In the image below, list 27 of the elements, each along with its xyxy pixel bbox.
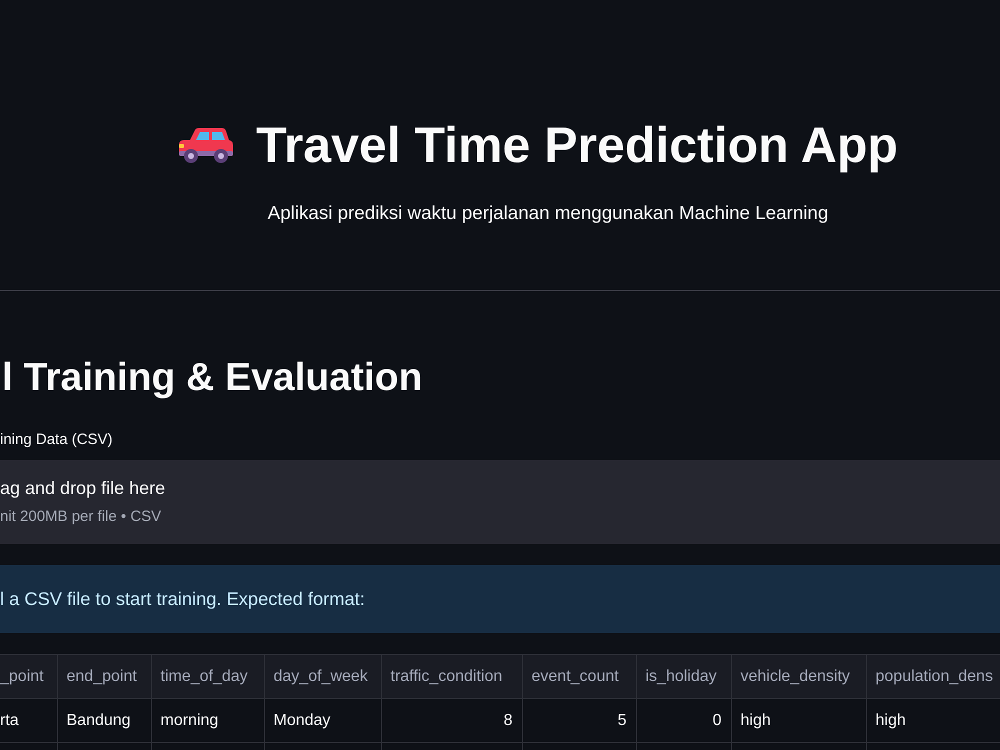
- section-heading: l Training & Evaluation: [2, 355, 422, 401]
- app-subtitle: Aplikasi prediksi waktu perjalanan menggunakan Machine Learning: [268, 201, 828, 225]
- column-header[interactable]: event_count: [522, 654, 636, 698]
- table-cell: morning: [151, 698, 264, 742]
- car-icon: [178, 126, 234, 164]
- uploader-label: ining Data (CSV): [0, 430, 113, 450]
- column-header[interactable]: _point: [0, 654, 57, 698]
- upload-limit-hint: nit 200MB per file • CSV: [0, 507, 162, 527]
- column-header[interactable]: day_of_week: [264, 654, 381, 698]
- table-cell: rta: [0, 698, 57, 742]
- column-header[interactable]: traffic_condition: [381, 654, 522, 698]
- table-cell: 8: [381, 698, 522, 742]
- table-cell: 5: [522, 698, 636, 742]
- column-header[interactable]: population_dens: [866, 654, 1000, 698]
- column-header[interactable]: end_point: [57, 654, 151, 698]
- column-header[interactable]: is_holiday: [636, 654, 731, 698]
- column-header[interactable]: vehicle_density: [731, 654, 866, 698]
- column-header[interactable]: time_of_day: [151, 654, 264, 698]
- file-dropzone[interactable]: ag and drop file here nit 200MB per file • CSV: [0, 460, 1000, 544]
- table-cell: high: [731, 698, 866, 742]
- table-cell: Monday: [264, 698, 381, 742]
- upload-prompt: ag and drop file here: [0, 477, 166, 500]
- table-cell: 0: [636, 698, 731, 742]
- app-title: Travel Time Prediction App: [256, 116, 898, 175]
- info-text: l a CSV file to start training. Expected format:: [0, 587, 365, 611]
- table-cell: Bandung: [57, 698, 151, 742]
- table-cell: high: [866, 698, 1000, 742]
